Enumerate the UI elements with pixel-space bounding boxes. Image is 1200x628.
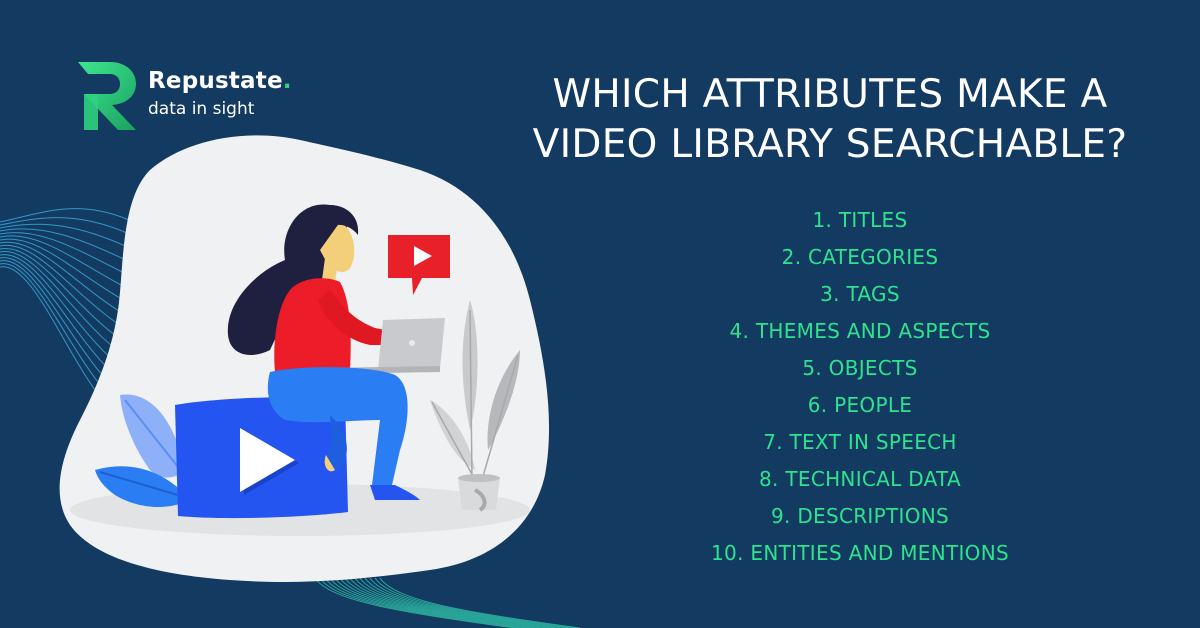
brand-logo[interactable]: Repustate. data in sight [76,60,336,132]
list-item: 5. OBJECTS [802,356,918,380]
list-item: 1. TITLES [812,208,908,232]
list-item: 6. PEOPLE [807,393,913,417]
list-item: 8. TECHNICAL DATA [759,467,961,491]
list-item: 10. ENTITIES AND MENTIONS [711,541,1009,565]
list-item: 9. DESCRIPTIONS [770,504,949,528]
page-title: WHICH ATTRIBUTES MAKE A VIDEO LIBRARY SE… [490,70,1170,170]
list-item: 7. TEXT IN SPEECH [763,430,957,454]
brand-name: Repustate. [148,68,292,94]
list-item: 3. TAGS [820,282,900,306]
attributes-list: 1. TITLES 2. CATEGORIES 3. TAGS 4. THEME… [680,202,1040,572]
repustate-r-logo-icon [78,62,136,130]
title-line-1: WHICH ATTRIBUTES MAKE A [552,72,1108,117]
list-item: 2. CATEGORIES [781,245,939,269]
title-line-2: VIDEO LIBRARY SEARCHABLE? [532,122,1128,167]
list-item: 4. THEMES AND ASPECTS [729,319,991,343]
brand-tagline: data in sight [148,99,255,119]
